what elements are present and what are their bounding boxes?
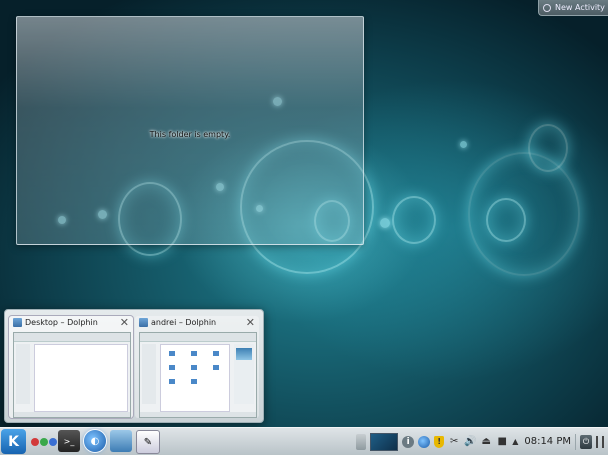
- folder-view-widget[interactable]: This folder is empty.: [16, 16, 364, 245]
- wallpaper-bubble: [460, 141, 467, 148]
- text-editor-icon: ✎: [143, 436, 153, 448]
- close-icon[interactable]: ✕: [246, 316, 255, 329]
- window-thumbnail-desktop-dolphin[interactable]: Desktop – Dolphin ✕: [9, 316, 133, 418]
- taskbar-panel: K >_ ◐ ✎ i ! ✂ 🔊 ⏏ ■ ▲ 08:14 PM ⏻: [0, 427, 608, 455]
- folder-icon: [191, 379, 197, 384]
- wallpaper-bubble: [528, 124, 568, 172]
- folder-empty-message: This folder is empty.: [149, 130, 231, 139]
- update-shield-icon[interactable]: !: [434, 435, 445, 448]
- wallpaper-bubble: [380, 218, 390, 228]
- window-preview: [13, 332, 131, 418]
- folder-icon: [139, 318, 148, 327]
- wallpaper-bubble: [392, 196, 436, 244]
- close-icon[interactable]: ✕: [120, 316, 129, 329]
- kde-logo-icon: K: [8, 433, 19, 450]
- folder-icon: [169, 379, 175, 384]
- usb-icon[interactable]: ■: [496, 436, 508, 448]
- lock-logout-icon[interactable]: ⏻: [580, 434, 592, 449]
- activity-pager[interactable]: [31, 438, 57, 446]
- system-tray: i ! ✂ 🔊 ⏏ ■ ▲ 08:14 PM ⏻: [356, 428, 608, 455]
- dolphin-icon: ◐: [90, 435, 100, 447]
- preview-toolbar: [140, 333, 256, 342]
- pager-dot-icon: [31, 438, 39, 446]
- preview-statusbar: [14, 412, 130, 417]
- window-thumbnail-title: andrei – Dolphin: [139, 318, 216, 327]
- folder-icon: [213, 365, 219, 370]
- folder-icon: [213, 351, 219, 356]
- window-switcher: Desktop – Dolphin ✕ andrei – Dolphin ✕: [4, 309, 264, 423]
- preview-places-panel: [16, 344, 30, 404]
- clock[interactable]: 08:14 PM: [524, 436, 571, 447]
- volume-icon[interactable]: 🔊: [464, 436, 476, 448]
- new-activity-label: New Activity: [555, 3, 605, 12]
- task-dolphin[interactable]: ◐: [84, 430, 106, 452]
- preview-file-area: [34, 344, 128, 412]
- tray-separator: [575, 433, 576, 450]
- terminal-icon: >_: [63, 436, 75, 446]
- expand-tray-arrow-icon[interactable]: ▲: [512, 437, 518, 446]
- preview-places-panel: [142, 344, 156, 404]
- activity-icon: [543, 3, 551, 12]
- folder-icon: [169, 351, 175, 356]
- panel-toolbox-icon[interactable]: [596, 435, 604, 448]
- preview-file-area: [160, 344, 230, 412]
- task-text-editor[interactable]: ✎: [136, 430, 160, 454]
- preview-information-panel: [234, 344, 254, 404]
- preview-image: [236, 348, 252, 360]
- task-stack[interactable]: [110, 430, 132, 452]
- folder-icon: [191, 365, 197, 370]
- preview-statusbar: [140, 412, 256, 417]
- clipboard-scissors-icon[interactable]: ✂: [448, 436, 460, 448]
- device-notifier-icon[interactable]: ⏏: [480, 436, 492, 448]
- window-preview: [139, 332, 257, 418]
- folder-icon: [191, 351, 197, 356]
- wallpaper-bubble: [486, 198, 526, 242]
- window-title: Desktop – Dolphin: [25, 318, 98, 327]
- kde-menu-button[interactable]: K: [1, 429, 26, 454]
- show-desktop-icon[interactable]: [370, 432, 399, 451]
- pager-dot-icon: [49, 438, 57, 446]
- folder-icon: [13, 318, 22, 327]
- window-title: andrei – Dolphin: [151, 318, 217, 327]
- info-icon[interactable]: i: [402, 435, 415, 448]
- battery-icon[interactable]: [356, 433, 367, 450]
- task-terminal[interactable]: >_: [58, 430, 80, 452]
- pager-dot-icon: [40, 438, 48, 446]
- new-activity-button[interactable]: New Activity: [538, 0, 608, 16]
- window-thumbnail-title: Desktop – Dolphin: [13, 318, 98, 327]
- folder-icon: [169, 365, 175, 370]
- window-thumbnail-andrei-dolphin[interactable]: andrei – Dolphin ✕: [135, 316, 259, 418]
- preview-toolbar: [14, 333, 130, 342]
- network-icon[interactable]: [418, 435, 431, 448]
